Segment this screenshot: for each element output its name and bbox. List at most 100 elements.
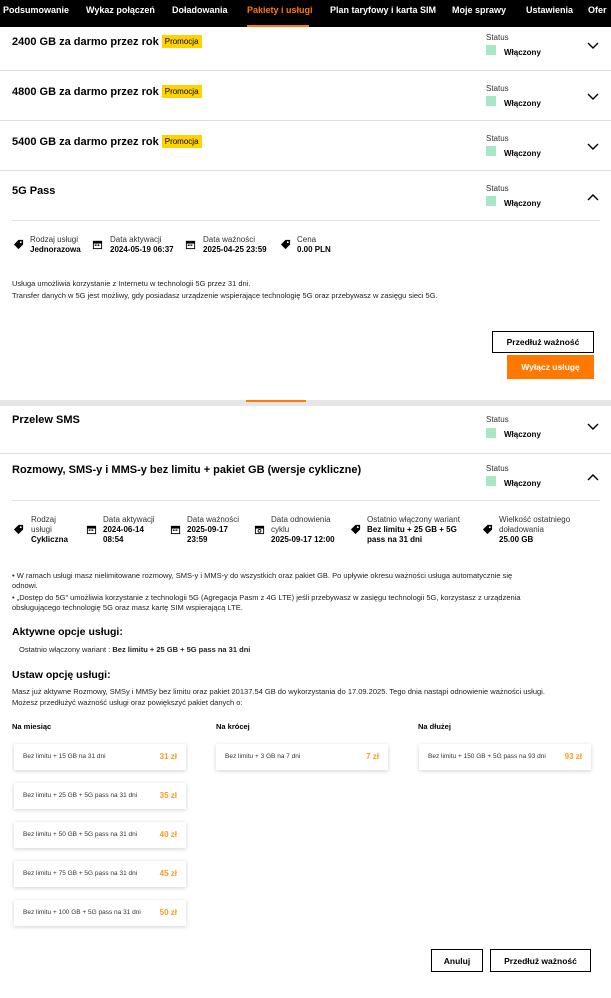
- option-label: Bez limitu + 3 GB na 7 dni: [225, 753, 301, 760]
- calendar-renew-icon: [254, 525, 265, 535]
- tag-icon: [13, 524, 24, 535]
- status-label: Status: [486, 415, 509, 424]
- divider: [12, 500, 600, 501]
- option-card[interactable]: Bez limitu + 50 GB + 5G pass na 31 dni 40…: [14, 822, 186, 848]
- description-line: Usługa umożliwia korzystanie z Internetu…: [12, 279, 251, 288]
- option-label: Bez limitu + 100 GB + 5G pass na 31 dni: [23, 909, 141, 916]
- bullet-text: • W ramach usługi masz nielimitowane roz…: [12, 571, 513, 580]
- service-card-rozmowy: Rozmowy, SMS-y i MMS-y bez limitu + paki…: [0, 454, 611, 998]
- tag-icon: [350, 524, 361, 535]
- chevron-down-icon[interactable]: [587, 143, 599, 151]
- calendar-icon: [86, 525, 97, 535]
- chevron-up-icon[interactable]: [587, 473, 599, 481]
- status-value: Włączony: [504, 99, 541, 108]
- meta-price: Cena 0.00 PLN: [297, 235, 331, 254]
- option-card[interactable]: Bez limitu + 3 GB na 7 dni 7 zł: [216, 744, 388, 770]
- option-card[interactable]: Bez limitu + 100 GB + 5G pass na 31 dni 5…: [14, 900, 186, 926]
- active-options-heading: Aktywne opcje usługi:: [12, 626, 123, 638]
- calendar-icon: [170, 525, 181, 535]
- status-value: Włączony: [504, 430, 541, 439]
- divider: [12, 220, 600, 221]
- set-option-description: Możesz przedłużyć ważność usługi oraz po…: [12, 698, 243, 707]
- status-value: Włączony: [504, 149, 541, 158]
- option-card[interactable]: Bez limitu + 25 GB + 5G pass na 31 dni 35…: [14, 783, 186, 809]
- option-price: 35 zł: [159, 791, 177, 800]
- extend-validity-button[interactable]: Przedłuż ważność: [490, 949, 591, 972]
- service-card-przelew-sms[interactable]: Przelew SMS Status Włączony: [0, 406, 611, 454]
- card-title: 5G Pass: [12, 185, 56, 197]
- active-variant-line: Ostatnio włączony wariant : Bez limitu +…: [19, 645, 251, 654]
- card-title: 4800 GB za darmo przez rok Promocja: [12, 85, 202, 98]
- status-indicator: [486, 45, 496, 55]
- status-label: Status: [486, 134, 509, 143]
- status-indicator: [486, 428, 496, 438]
- tag-icon: [482, 524, 493, 535]
- nav-plan-taryfowy[interactable]: Plan taryfowy i karta SIM: [330, 5, 436, 15]
- card-title-text: 5400 GB za darmo przez rok: [12, 136, 159, 148]
- option-price: 50 zł: [159, 908, 177, 917]
- status-label: Status: [486, 464, 509, 473]
- promo-badge: Promocja: [161, 135, 202, 148]
- option-price: 40 zł: [159, 830, 177, 839]
- nav-wykaz-polaczen[interactable]: Wykaz połączeń: [86, 5, 155, 15]
- nav-moje-sprawy[interactable]: Moje sprawy: [452, 5, 506, 15]
- option-label: Bez limitu + 75 GB + 5G pass na 31 dni: [23, 870, 138, 877]
- service-card-2400gb[interactable]: 2400 GB za darmo przez rok Promocja Statu…: [0, 27, 611, 71]
- option-card[interactable]: Bez limitu + 150 GB + 5G pass na 93 dni 9…: [419, 744, 591, 770]
- status-value: Włączony: [504, 199, 541, 208]
- top-nav: Podsumowanie Wykaz połączeń Doładowania …: [0, 0, 611, 27]
- meta-service-type: Rodzaj usługi Cykliczna: [31, 515, 68, 544]
- nav-pakiety-i-uslugi[interactable]: Pakiety i usługi: [247, 5, 313, 15]
- meta-last-topup: Wielkość ostatniego doładowania 25.00 GB: [499, 515, 571, 544]
- calendar-icon: [92, 240, 103, 250]
- scroll-indicator: [246, 400, 306, 402]
- meta-service-type: Rodzaj usługi Jednorazowa: [30, 235, 81, 254]
- meta-activation-date: Data aktywacji 2024-05-19 06:37: [110, 235, 174, 254]
- tag-icon: [280, 239, 291, 250]
- status-indicator: [486, 146, 496, 156]
- description-line: Transfer danych w 5G jest możliwy, gdy p…: [12, 291, 438, 300]
- calendar-icon: [185, 240, 196, 250]
- status-label: Status: [486, 33, 509, 42]
- option-label: Bez limitu + 50 GB + 5G pass na 31 dni: [23, 831, 138, 838]
- cancel-button[interactable]: Anuluj: [431, 949, 483, 972]
- column-heading-longer: Na dłużej: [418, 722, 451, 731]
- column-heading-shorter: Na krócej: [216, 722, 250, 731]
- service-card-4800gb[interactable]: 4800 GB za darmo przez rok Promocja Statu…: [0, 71, 611, 121]
- promo-badge: Promocja: [161, 85, 202, 98]
- status-indicator: [486, 476, 496, 486]
- status-value: Włączony: [504, 479, 541, 488]
- card-title-text: 2400 GB za darmo przez rok: [12, 36, 159, 48]
- bullet-text: • „Dostęp do 5G” umożliwia korzystanie z…: [12, 593, 521, 602]
- option-price: 93 zł: [564, 752, 582, 761]
- chevron-down-icon[interactable]: [587, 423, 599, 431]
- nav-ustawienia[interactable]: Ustawienia: [526, 5, 573, 15]
- set-option-description: Masz już aktywne Rozmowy, SMSy i MMSy be…: [12, 687, 545, 696]
- option-card[interactable]: Bez limitu + 75 GB + 5G pass na 31 dni 45…: [14, 861, 186, 887]
- option-price: 31 zł: [159, 752, 177, 761]
- card-title: Rozmowy, SMS-y i MMS-y bez limitu + paki…: [12, 464, 362, 476]
- extend-validity-button[interactable]: Przedłuż ważność: [492, 331, 594, 353]
- chevron-down-icon[interactable]: [587, 93, 599, 101]
- meta-last-variant: Ostatnio włączony wariant Bez limitu + 25…: [367, 515, 460, 544]
- card-title: 5400 GB za darmo przez rok Promocja: [12, 135, 202, 148]
- option-label: Bez limitu + 15 GB na 31 dni: [23, 753, 106, 760]
- chevron-down-icon[interactable]: [587, 42, 599, 50]
- card-title: 2400 GB za darmo przez rok Promocja: [12, 35, 202, 48]
- card-title: Przelew SMS: [12, 414, 80, 426]
- bullet-text: odnowi.: [12, 581, 38, 590]
- nav-podsumowanie[interactable]: Podsumowanie: [3, 5, 69, 15]
- option-label: Bez limitu + 150 GB + 5G pass na 93 dni: [428, 753, 546, 760]
- column-heading-month: Na miesiąc: [12, 722, 52, 731]
- meta-activation-date: Data aktywacji 2024-06-14 08:54: [103, 515, 155, 544]
- service-card-5400gb[interactable]: 5400 GB za darmo przez rok Promocja Statu…: [0, 121, 611, 171]
- disable-service-button[interactable]: Wyłącz usługę: [507, 355, 594, 379]
- card-title-text: 4800 GB za darmo przez rok: [12, 86, 159, 98]
- set-option-heading: Ustaw opcję usługi:: [12, 669, 111, 681]
- option-price: 45 zł: [159, 869, 177, 878]
- option-card[interactable]: Bez limitu + 15 GB na 31 dni 31 zł: [14, 744, 186, 770]
- chevron-up-icon[interactable]: [587, 193, 599, 201]
- nav-oferty[interactable]: Ofer: [588, 5, 607, 15]
- meta-renewal-date: Data odnowienia cyklu 2025-09-17 12:00: [271, 515, 335, 544]
- nav-doladowania[interactable]: Doładowania: [172, 5, 228, 15]
